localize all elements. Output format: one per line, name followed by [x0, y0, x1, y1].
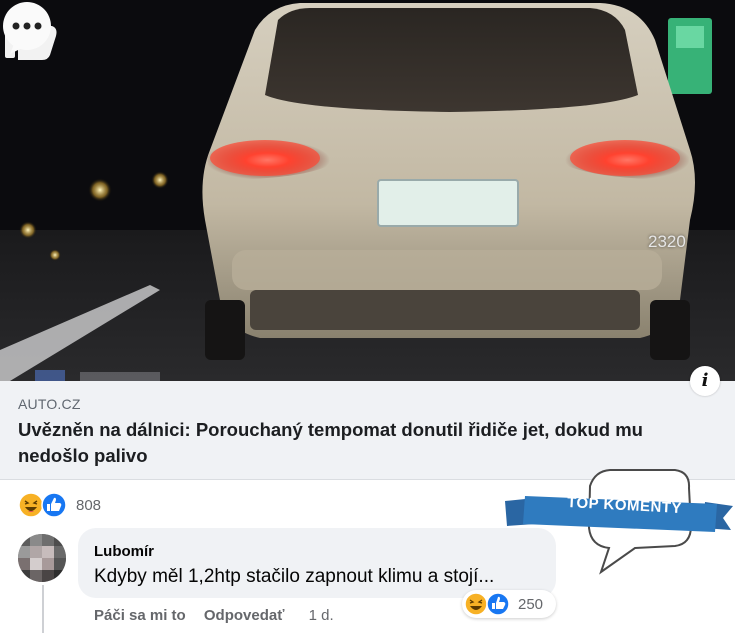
like-icon [486, 592, 510, 616]
reaction-icons [18, 492, 67, 518]
thread-line [42, 585, 44, 633]
comment-timestamp[interactable]: 1 d. [309, 607, 334, 624]
comment-reaction-icons [464, 592, 510, 616]
article-photo[interactable]: 2320 [0, 0, 735, 381]
comment-author[interactable]: Lubomír [94, 543, 154, 560]
comment-reaction-count: 250 [518, 596, 544, 613]
comment-text: Kdyby měl 1,2htp stačilo zapnout klimu a… [94, 566, 495, 587]
more-options-icon[interactable] [0, 0, 55, 55]
avatar[interactable] [18, 534, 66, 582]
reply-link[interactable]: Odpovedať [204, 607, 285, 624]
overlay-like-count: 2320 [648, 232, 686, 251]
haha-icon [18, 492, 44, 518]
comment-actions: Páči sa mi to Odpovedať 1 d. [94, 607, 348, 624]
post-reaction-count: 808 [76, 497, 102, 514]
link-headline[interactable]: Uvězněn na dálnici: Porouchaný tempomat … [18, 417, 698, 469]
comment-reactions[interactable]: 250 [462, 590, 556, 618]
link-source: AUTO.CZ [18, 396, 81, 412]
info-icon[interactable]: i [690, 366, 720, 396]
like-comment-link[interactable]: Páči sa mi to [94, 607, 186, 624]
car-night-photo [0, 0, 735, 381]
like-icon [41, 492, 67, 518]
haha-icon [464, 592, 488, 616]
